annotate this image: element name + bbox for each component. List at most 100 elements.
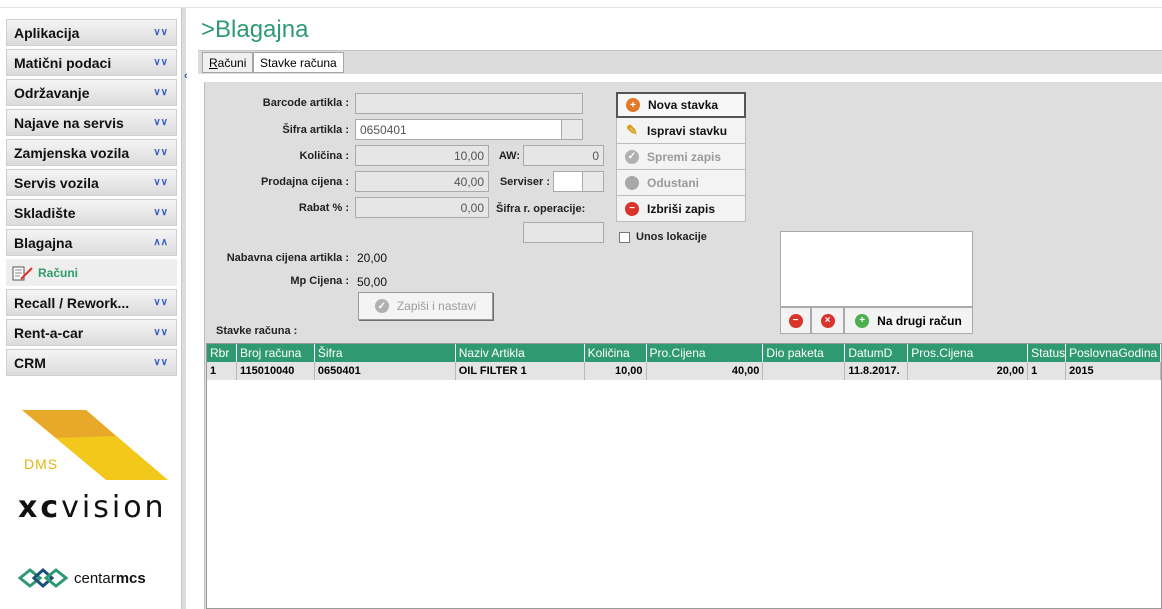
tab-racuni[interactable]: Računi bbox=[202, 52, 254, 73]
sidebar-menu: Aplikacija ∨∨ Matični podaci ∨∨ Održavanje… bbox=[6, 19, 177, 379]
stavke-racuna-label: Stavke računa : bbox=[216, 325, 298, 337]
action-label: Odustani bbox=[647, 175, 700, 190]
sidebar-divider[interactable] bbox=[181, 8, 186, 609]
double-chevron-up-icon: ∧∧ bbox=[153, 237, 168, 248]
sidebar-item-label: CRM bbox=[14, 354, 46, 371]
table-row[interactable]: 1 115010040 0650401 OIL FILTER 1 10,00 4… bbox=[207, 362, 1161, 380]
checkbox-box[interactable] bbox=[619, 231, 630, 243]
pencil-icon: ✎ bbox=[626, 122, 638, 138]
sidebar-item-skladiste[interactable]: Skladište ∨∨ bbox=[6, 199, 177, 226]
xcvision-logo: xcvision bbox=[18, 490, 167, 525]
sidebar-item-rent-a-car[interactable]: Rent-a-car ∨∨ bbox=[6, 319, 177, 346]
serviser-select[interactable] bbox=[553, 171, 583, 192]
prodajna-cijena-input[interactable]: 40,00 bbox=[355, 171, 489, 192]
kolicina-input[interactable]: 10,00 bbox=[355, 145, 489, 166]
mp-cijena-label: Mp Cijena : bbox=[290, 275, 349, 287]
sidebar-item-odrzavanje[interactable]: Održavanje ∨∨ bbox=[6, 79, 177, 106]
barcode-label: Barcode artikla : bbox=[262, 97, 349, 109]
grid-cell: 20,00 bbox=[908, 362, 1029, 380]
aw-input[interactable]: 0 bbox=[523, 145, 604, 166]
grid-header-cell[interactable]: Broj računa bbox=[237, 344, 315, 362]
collapse-sidebar-icon[interactable]: ‹ bbox=[184, 70, 188, 82]
grid-cell: 1 bbox=[1028, 362, 1067, 380]
grid-cell: OIL FILTER 1 bbox=[456, 362, 585, 380]
grid-header-cell[interactable]: Pros.Cijena bbox=[908, 344, 1029, 362]
sifra-lookup-button[interactable] bbox=[561, 119, 583, 140]
grid-header-cell[interactable]: Naziv Artikla bbox=[456, 344, 585, 362]
serviser-dropdown-button[interactable] bbox=[582, 171, 604, 192]
check-circle-icon: ✓ bbox=[625, 149, 639, 164]
kolicina-label: Količina : bbox=[299, 150, 349, 162]
grid-cell: 1 bbox=[207, 362, 237, 380]
tab-bar: Računi Stavke računa bbox=[198, 50, 1162, 74]
cancel-button[interactable]: × bbox=[811, 307, 844, 334]
grid-header-cell[interactable]: Pro.Cijena bbox=[647, 344, 764, 362]
grid-cell: 40,00 bbox=[647, 362, 764, 380]
tab-label-rest: ačuni bbox=[217, 55, 247, 70]
centarmcs-logo: centar mcs bbox=[18, 568, 146, 588]
plus-circle-icon: + bbox=[626, 98, 640, 112]
unos-lokacije-checkbox[interactable]: Unos lokacije bbox=[619, 231, 707, 243]
centar-text: centar bbox=[74, 569, 116, 587]
grid-header-cell[interactable]: Dio paketa bbox=[763, 344, 846, 362]
sidebar-item-recall-rework[interactable]: Recall / Rework... ∨∨ bbox=[6, 289, 177, 316]
page-title: >Blagajna bbox=[201, 16, 309, 43]
action-label: Ispravi stavku bbox=[647, 123, 728, 138]
sidebar-item-label: Skladište bbox=[14, 204, 76, 221]
prodajna-cijena-label: Prodajna cijena : bbox=[260, 176, 349, 188]
sidebar-subitem-racuni[interactable]: Računi bbox=[6, 259, 177, 286]
sidebar-item-zamjenska-vozila[interactable]: Zamjenska vozila ∨∨ bbox=[6, 139, 177, 166]
grid-header-cell[interactable]: Šifra bbox=[315, 344, 456, 362]
zapisi-i-nastavi-button[interactable]: ✓ Zapiši i nastavi bbox=[358, 292, 493, 320]
grid-cell: 11.8.2017. bbox=[845, 362, 909, 380]
action-label: Nova stavka bbox=[648, 98, 719, 112]
dms-logo-text: DMS bbox=[24, 456, 59, 472]
na-drugi-racun-label: Na drugi račun bbox=[877, 313, 962, 328]
nova-stavka-button[interactable]: + Nova stavka bbox=[616, 92, 746, 118]
grid-header-cell[interactable]: Količina bbox=[585, 344, 647, 362]
grid-cell: 10,00 bbox=[585, 362, 647, 380]
na-drugi-racun-button[interactable]: + Na drugi račun bbox=[844, 307, 973, 334]
izbrisi-zapis-button[interactable]: − Izbriši zapis bbox=[616, 196, 746, 222]
remove-button[interactable]: − bbox=[780, 307, 811, 334]
odustani-button[interactable]: Odustani bbox=[616, 170, 746, 196]
sidebar-item-najave-na-servis[interactable]: Najave na servis ∨∨ bbox=[6, 109, 177, 136]
grid-cell bbox=[763, 362, 846, 380]
minus-circle-icon: − bbox=[788, 313, 803, 328]
double-chevron-down-icon: ∨∨ bbox=[153, 357, 168, 368]
sifra-artikla-input[interactable]: 0650401 bbox=[355, 119, 562, 140]
double-chevron-down-icon: ∨∨ bbox=[153, 57, 168, 68]
sidebar-item-blagajna[interactable]: Blagajna ∧∧ bbox=[6, 229, 177, 256]
barcode-input[interactable] bbox=[355, 93, 583, 114]
sidebar-item-crm[interactable]: CRM ∨∨ bbox=[6, 349, 177, 376]
sifra-operacije-input[interactable] bbox=[523, 222, 604, 243]
grid-cell: 2015 bbox=[1066, 362, 1161, 380]
ispravi-stavku-button[interactable]: ✎ Ispravi stavku bbox=[616, 118, 746, 144]
grid-header-cell[interactable]: Rbr bbox=[207, 344, 237, 362]
sidebar-item-label: Servis vozila bbox=[14, 174, 99, 191]
nabavna-cijena-label: Nabavna cijena artikla : bbox=[226, 252, 349, 264]
zapisi-label: Zapiši i nastavi bbox=[396, 299, 477, 313]
centarmcs-mark-icon bbox=[18, 568, 68, 588]
tab-stavke-racuna[interactable]: Stavke računa bbox=[253, 52, 344, 73]
action-button-group: + Nova stavka ✎ Ispravi stavku ✓ Spremi zap… bbox=[616, 92, 746, 222]
grid-header-cell[interactable]: DatumD bbox=[845, 344, 909, 362]
account-list-box[interactable] bbox=[780, 231, 973, 307]
mcs-text: mcs bbox=[115, 569, 146, 587]
grid-header-cell[interactable]: Status bbox=[1028, 344, 1067, 362]
sidebar-item-label: Blagajna bbox=[14, 234, 73, 251]
double-chevron-down-icon: ∨∨ bbox=[153, 27, 168, 38]
double-chevron-down-icon: ∨∨ bbox=[153, 87, 168, 98]
unos-lokacije-label: Unos lokacije bbox=[636, 231, 707, 243]
rabat-input[interactable]: 0,00 bbox=[355, 197, 489, 218]
sidebar-item-aplikacija[interactable]: Aplikacija ∨∨ bbox=[6, 19, 177, 46]
spremi-zapis-button[interactable]: ✓ Spremi zapis bbox=[616, 144, 746, 170]
sidebar-item-label: Recall / Rework... bbox=[14, 294, 130, 311]
sidebar-item-label: Najave na servis bbox=[14, 114, 124, 131]
sidebar-item-maticni-podaci[interactable]: Matični podaci ∨∨ bbox=[6, 49, 177, 76]
grid-cell: 115010040 bbox=[237, 362, 315, 380]
sidebar-item-servis-vozila[interactable]: Servis vozila ∨∨ bbox=[6, 169, 177, 196]
double-chevron-down-icon: ∨∨ bbox=[153, 177, 168, 188]
grid-header-cell[interactable]: PoslovnaGodina bbox=[1066, 344, 1161, 362]
stavke-grid[interactable]: Rbr Broj računa Šifra Naziv Artikla Koli… bbox=[206, 343, 1162, 609]
